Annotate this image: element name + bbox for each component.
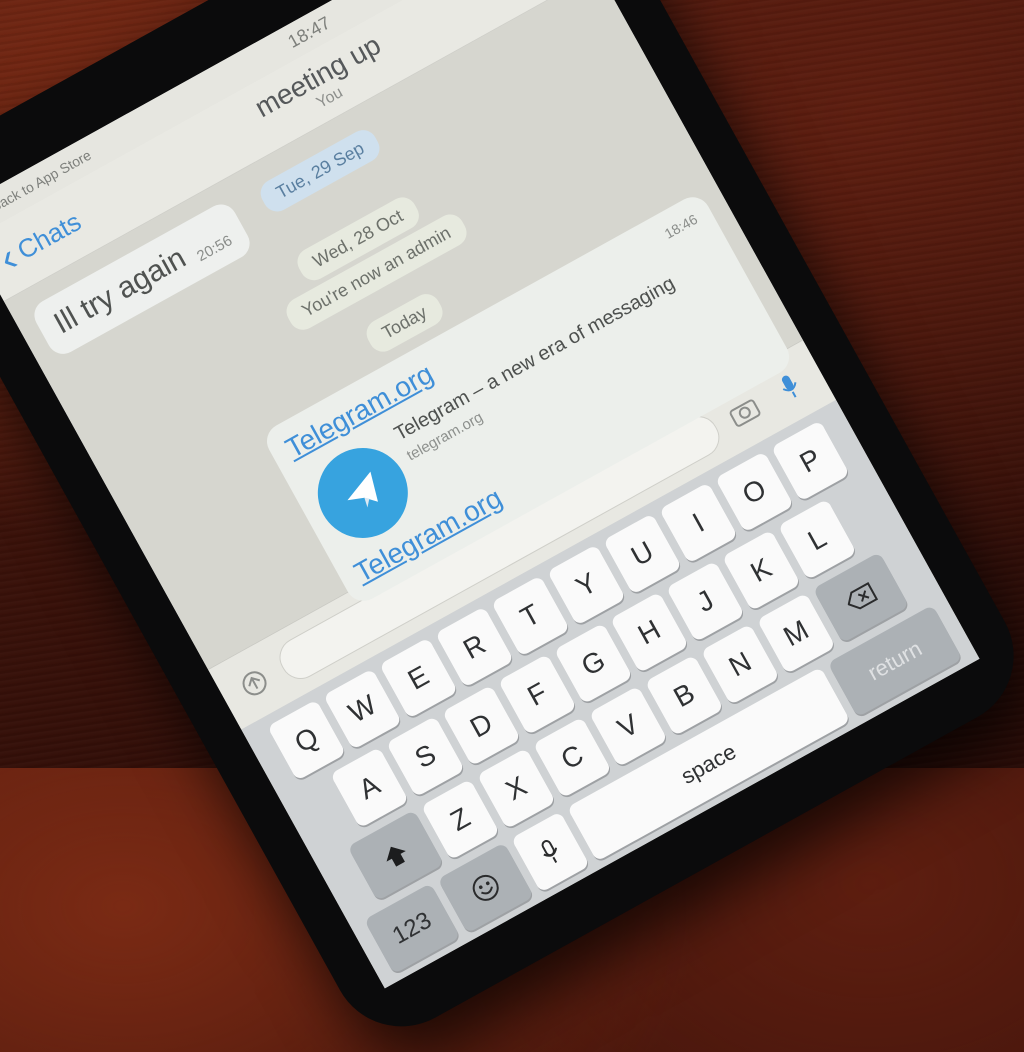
preview-domain: telegram.org xyxy=(403,408,486,465)
attach-icon[interactable] xyxy=(227,656,281,710)
back-label: Chats xyxy=(11,205,86,265)
message-time: 18:46 xyxy=(661,210,701,242)
message-time: 20:56 xyxy=(194,232,236,266)
